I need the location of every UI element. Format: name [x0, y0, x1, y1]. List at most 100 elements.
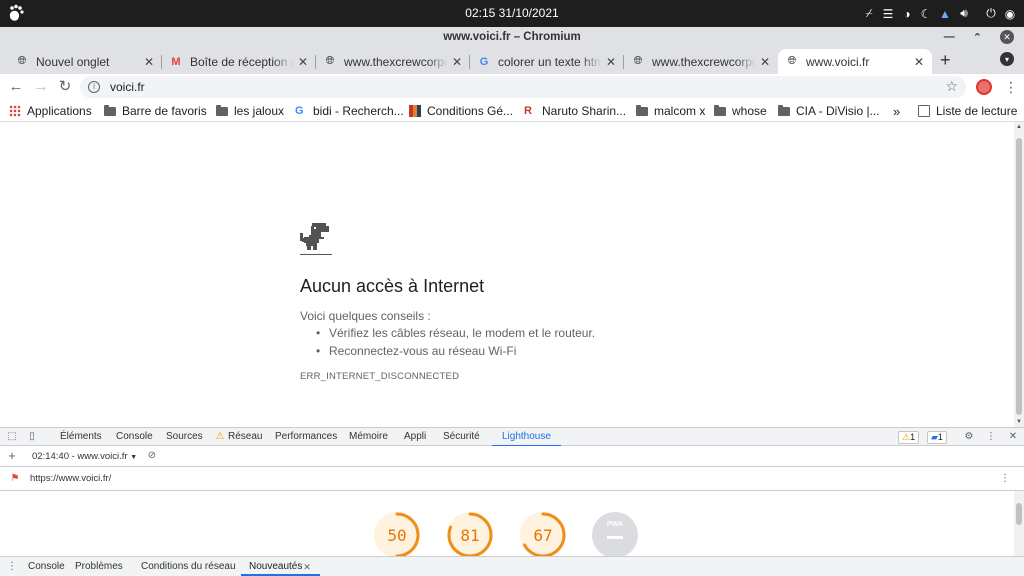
messages-badge[interactable]: ▰1	[927, 431, 947, 444]
minimize-icon[interactable]: —	[944, 31, 955, 43]
page-scrollbar[interactable]: ▲ ▼	[1014, 122, 1024, 427]
reload-icon[interactable]: ↻	[57, 78, 73, 96]
devtools-tab-sources[interactable]: Sources	[166, 428, 203, 446]
bookmark-label: les jaloux	[234, 104, 285, 118]
volume-icon[interactable]: 🔊︎	[958, 6, 970, 21]
warning-icon: ⚠	[215, 431, 225, 442]
scroll-down-icon[interactable]: ▼	[1016, 419, 1022, 425]
warnings-badge[interactable]: ⚠1	[898, 431, 920, 444]
bookmark-star-icon[interactable]: ☆	[945, 78, 958, 95]
tab-3[interactable]: G colorer un texte htm ✕	[470, 49, 624, 74]
site-info-icon[interactable]: i	[88, 81, 100, 93]
site-icon	[409, 105, 421, 117]
add-report-icon[interactable]: +	[6, 449, 18, 462]
devtools-tab-network[interactable]: Réseau	[228, 428, 262, 446]
close-drawer-tab-icon[interactable]: ✕	[301, 561, 313, 573]
profile-avatar[interactable]	[976, 79, 992, 95]
clear-reports-icon[interactable]: ⊘	[146, 450, 158, 462]
devtools-tab-memory[interactable]: Mémoire	[349, 428, 388, 446]
devtools-tab-security[interactable]: Sécurité	[443, 428, 480, 446]
warning-icon: ⚠	[902, 432, 911, 442]
drawer-tab-console[interactable]: Console	[28, 557, 65, 576]
close-devtools-icon[interactable]: ✕	[1007, 431, 1019, 443]
bookmarks-overflow-button[interactable]: »	[893, 103, 900, 119]
bookmark-item[interactable]: whose	[714, 103, 767, 119]
folder-icon	[104, 105, 116, 116]
close-tab-icon[interactable]: ✕	[452, 55, 462, 69]
scrollbar-thumb[interactable]	[1016, 503, 1022, 525]
bookmark-item[interactable]: les jaloux	[216, 103, 284, 119]
menu-lines-icon[interactable]: ☰	[882, 7, 894, 21]
drawer-tab-network-conditions[interactable]: Conditions du réseau	[141, 557, 236, 576]
devtools-menu-icon[interactable]: ⋮	[985, 431, 997, 443]
network-off-icon[interactable]: ⌿	[863, 6, 875, 21]
folder-icon	[714, 105, 726, 116]
moon-icon[interactable]: ☾	[920, 7, 932, 21]
folder-icon	[778, 105, 790, 116]
report-url[interactable]: https://www.voici.fr/	[30, 470, 111, 488]
bookmark-item[interactable]: Barre de favoris	[104, 103, 207, 119]
scrollbar-thumb[interactable]	[1016, 138, 1022, 415]
tab-strip: 🌐︎ Nouvel onglet ✕ M Boîte de réception …	[0, 47, 1024, 74]
bookmark-apps[interactable]: Applications	[9, 103, 92, 119]
tab-1[interactable]: M Boîte de réception (2 ✕	[162, 49, 316, 74]
report-scrollbar[interactable]	[1014, 491, 1024, 556]
close-window-icon[interactable]: ✕	[1000, 30, 1014, 44]
night-mode-icon[interactable]: ◑	[901, 7, 913, 21]
close-tab-icon[interactable]: ✕	[144, 55, 154, 69]
notification-bell-icon[interactable]: ▲	[939, 7, 951, 21]
report-menu-icon[interactable]: ⋮	[999, 473, 1011, 485]
bookmark-item[interactable]: CIA - DiVisio |...	[778, 103, 880, 119]
bookmark-label: Naruto Sharin...	[542, 104, 627, 118]
reading-list-icon	[918, 105, 930, 117]
reading-list-button[interactable]: Liste de lecture	[918, 103, 1017, 119]
drawer-tab-whats-new[interactable]: Nouveautés	[240, 557, 321, 576]
maximize-icon[interactable]: ⌃	[973, 31, 982, 44]
window-titlebar[interactable]: www.voici.fr – Chromium — ⌃ ✕	[0, 27, 1024, 47]
tab-0[interactable]: 🌐︎ Nouvel onglet ✕	[8, 49, 162, 74]
tab-4[interactable]: 🌐︎ www.thexcrewcorpo ✕	[624, 49, 778, 74]
tab-2[interactable]: 🌐︎ www.thexcrewcorpo ✕	[316, 49, 470, 74]
drawer-menu-icon[interactable]: ⋮	[6, 561, 18, 573]
lighthouse-logo-icon: ⚑	[10, 473, 20, 484]
gmail-icon: M	[171, 55, 181, 68]
tab-label: colorer un texte htm	[498, 54, 602, 69]
warnings-count: 1	[910, 432, 916, 442]
devtools-tab-lighthouse[interactable]: Lighthouse	[492, 428, 561, 447]
address-bar[interactable]: i voici.fr ☆	[80, 76, 966, 98]
system-menu-icon[interactable]: ◉	[1004, 7, 1016, 21]
score-gauge-pwa[interactable]: PWA	[592, 512, 638, 558]
device-toolbar-icon[interactable]: ▯	[26, 431, 38, 443]
inspect-element-icon[interactable]: ⬚	[6, 431, 18, 443]
close-tab-icon[interactable]: ✕	[760, 55, 770, 69]
score-gauge-best-practices[interactable]: 67	[520, 512, 566, 558]
tab-search-icon[interactable]: ▾	[1000, 52, 1014, 66]
browser-menu-icon[interactable]: ⋮	[1004, 79, 1018, 96]
tab-5-active[interactable]: 🌐︎ www.voici.fr ✕	[778, 49, 932, 74]
folder-icon	[636, 105, 648, 116]
dino-icon[interactable]	[300, 223, 332, 257]
devtools-tab-application[interactable]: Appli	[404, 428, 426, 446]
tab-label: Boîte de réception (2	[190, 54, 294, 69]
score-gauge-performance[interactable]: 50	[374, 512, 420, 558]
settings-gear-icon[interactable]: ⚙	[963, 431, 975, 443]
power-icon[interactable]: ⏻	[985, 6, 997, 21]
devtools-tab-console[interactable]: Console	[116, 428, 153, 446]
close-tab-icon[interactable]: ✕	[606, 55, 616, 69]
bookmark-item[interactable]: G bidi - Recherch...	[295, 103, 404, 119]
bookmark-item[interactable]: malcom x	[636, 103, 705, 119]
bookmark-item[interactable]: R Naruto Sharin...	[524, 103, 626, 119]
score-gauge-accessibility[interactable]: 81	[447, 512, 493, 558]
report-select[interactable]: 02:14:40 - www.voici.fr ▼	[32, 448, 137, 466]
close-tab-icon[interactable]: ✕	[914, 55, 924, 69]
new-tab-button[interactable]: +	[940, 51, 951, 69]
address-url[interactable]: voici.fr	[110, 80, 145, 94]
devtools-tab-performance[interactable]: Performances	[275, 428, 337, 446]
forward-arrow-icon[interactable]: →	[33, 78, 49, 96]
scroll-up-icon[interactable]: ▲	[1016, 124, 1022, 130]
close-tab-icon[interactable]: ✕	[298, 55, 308, 69]
back-arrow-icon[interactable]: ←	[8, 78, 24, 96]
bookmark-item[interactable]: Conditions Gé...	[409, 103, 513, 119]
devtools-tab-elements[interactable]: Éléments	[60, 428, 102, 446]
drawer-tab-issues[interactable]: Problèmes	[75, 557, 123, 576]
